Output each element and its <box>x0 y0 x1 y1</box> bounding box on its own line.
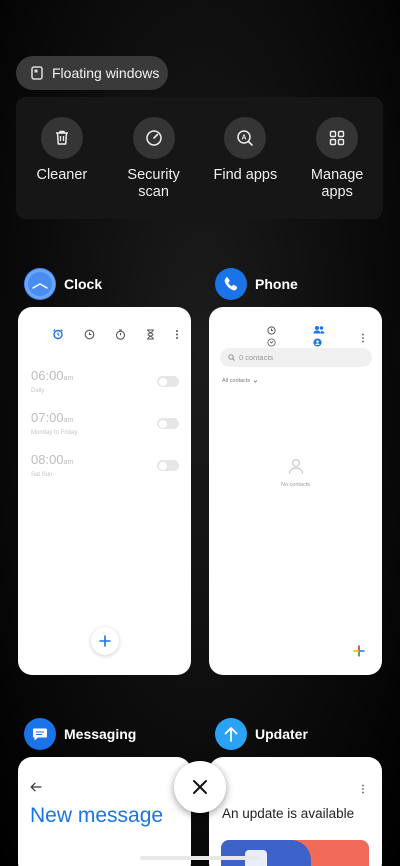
contacts-search-placeholder: 0 contacts <box>239 353 274 362</box>
search-apps-icon: A <box>224 117 267 159</box>
cleaner-label: Cleaner <box>36 167 88 183</box>
updater-icon <box>215 718 247 750</box>
alarm-repeat: Sat Sun <box>31 472 53 478</box>
stopwatch-tab-icon[interactable] <box>115 327 126 345</box>
manage-apps-label: Manage apps <box>310 167 364 200</box>
add-alarm-button[interactable] <box>91 627 119 655</box>
updater-app-header[interactable]: Updater <box>215 718 308 750</box>
messaging-icon <box>24 718 56 750</box>
empty-contacts-icon <box>288 458 304 479</box>
alarm-tab-icon[interactable] <box>52 327 64 345</box>
find-apps-label: Find apps <box>213 167 278 183</box>
find-apps-button[interactable]: A Find apps <box>205 117 285 219</box>
grid-icon <box>316 117 359 159</box>
alarm-time: 08:00am <box>31 452 74 467</box>
plus-icon <box>353 645 365 657</box>
phone-icon <box>215 268 247 300</box>
floating-windows-button[interactable]: Floating windows <box>16 56 168 90</box>
update-available-text: An update is available <box>222 806 355 821</box>
alarm-row[interactable]: 06:00am Daily <box>31 369 179 394</box>
alarm-repeat: Daily <box>31 388 45 394</box>
clock-recent-card[interactable]: 06:00am Daily 07:00am Monday to Friday 0… <box>18 307 191 675</box>
more-options-icon[interactable] <box>361 781 365 799</box>
new-message-title: New message <box>30 804 164 827</box>
contacts-filter-label: All contacts <box>222 378 251 384</box>
home-indicator[interactable] <box>140 856 260 860</box>
phone-app-name: Phone <box>255 276 298 292</box>
security-scan-button[interactable]: Security scan <box>114 117 194 219</box>
update-banner-image <box>221 840 369 866</box>
phone-app-header[interactable]: Phone <box>215 268 298 300</box>
alarm-row[interactable]: 08:00am Sat Sun <box>31 453 179 478</box>
alarm-row[interactable]: 07:00am Monday to Friday <box>31 411 179 436</box>
clock-app-name: Clock <box>64 276 103 292</box>
world-clock-tab-icon[interactable] <box>84 327 95 345</box>
close-icon <box>193 780 207 794</box>
alarm-time: 07:00am <box>31 410 74 425</box>
messaging-app-name: Messaging <box>64 726 137 742</box>
phone-recent-card[interactable]: 0 contacts All contacts No contacts <box>209 307 382 675</box>
svg-text:A: A <box>242 135 247 142</box>
floating-windows-label: Floating windows <box>52 65 160 81</box>
quick-actions-panel: Cleaner Security scan A Find apps Manage… <box>16 97 383 219</box>
updater-app-name: Updater <box>255 726 308 742</box>
contacts-filter-dropdown[interactable]: All contacts <box>222 378 258 384</box>
more-options-icon[interactable] <box>175 327 179 345</box>
shield-gauge-icon <box>132 117 175 159</box>
search-icon <box>228 354 235 361</box>
floating-window-icon <box>30 66 44 80</box>
contacts-search-input[interactable]: 0 contacts <box>220 348 372 367</box>
plus-icon <box>99 635 111 647</box>
messaging-app-header[interactable]: Messaging <box>24 718 136 750</box>
alarm-toggle[interactable] <box>157 376 179 387</box>
empty-contacts-label: No contacts <box>280 482 311 488</box>
clock-app-header[interactable]: Clock <box>24 268 102 300</box>
chevron-down-icon <box>253 379 258 383</box>
clock-tabs <box>52 327 179 345</box>
clear-all-button[interactable] <box>174 761 226 813</box>
back-arrow-icon[interactable] <box>30 779 42 797</box>
alarm-time: 06:00am <box>31 368 74 383</box>
trash-icon <box>40 117 83 159</box>
alarm-toggle[interactable] <box>157 418 179 429</box>
add-contact-button[interactable] <box>353 644 365 662</box>
cleaner-button[interactable]: Cleaner <box>22 117 102 219</box>
more-options-icon[interactable] <box>361 330 365 348</box>
messaging-recent-card[interactable]: New message <box>18 757 191 866</box>
timer-tab-icon[interactable] <box>146 327 155 345</box>
updater-recent-card[interactable]: An update is available <box>209 757 382 866</box>
clock-icon <box>24 268 56 300</box>
alarm-repeat: Monday to Friday <box>31 430 78 436</box>
manage-apps-button[interactable]: Manage apps <box>297 117 377 219</box>
security-scan-label: Security scan <box>127 167 180 200</box>
alarm-toggle[interactable] <box>157 460 179 471</box>
